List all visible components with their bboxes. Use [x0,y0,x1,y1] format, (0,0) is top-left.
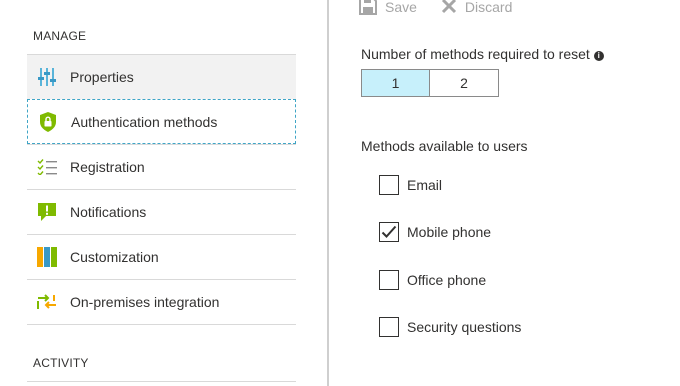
sidebar-item-label: Properties [70,69,134,85]
method-office-phone[interactable]: Office phone [379,270,486,290]
lock-shield-icon [37,111,59,133]
method-label: Office phone [407,272,487,288]
sidebar-item-label: Notifications [70,204,147,220]
sidebar-item-customization[interactable]: Customization [27,234,296,279]
sidebar-item-authentication-methods[interactable]: Authentication methods [27,99,296,144]
discard-label: Discard [464,0,513,15]
checklist-icon [36,156,58,178]
reset-methods-label-text: Number of methods required to reset [361,46,590,62]
reset-option-1[interactable]: 1 [361,69,430,97]
discard-button[interactable]: Discard [441,0,512,17]
security-questions-checkbox[interactable] [379,317,399,337]
save-icon [359,0,385,18]
save-label: Save [385,0,417,15]
checkmark-icon [381,225,397,238]
info-icon[interactable]: i [593,51,604,61]
manage-section-title: MANAGE [33,29,87,43]
properties-icon [36,66,58,88]
activity-section-title: ACTIVITY [33,356,89,370]
office-phone-checkbox[interactable] [379,270,399,290]
nav-divider [27,324,296,325]
reset-methods-label: Number of methods required to reset i [361,46,604,62]
manage-nav: Properties Authentication methods Regist… [27,54,296,324]
sidebar-item-label: Customization [70,249,159,265]
command-bar: Save Discard [359,0,536,18]
method-label: Security questions [407,319,522,335]
email-checkbox[interactable] [379,175,399,195]
save-button[interactable]: Save [359,0,417,18]
customization-icon [36,246,58,268]
sidebar-item-registration[interactable]: Registration [27,144,296,189]
method-mobile-phone[interactable]: Mobile phone [379,222,491,242]
reset-option-2[interactable]: 2 [430,69,499,97]
settings-menu: MANAGE Properties Authentication methods… [0,0,327,386]
sidebar-item-properties[interactable]: Properties [27,54,296,99]
notification-icon [36,201,58,223]
method-security-questions[interactable]: Security questions [379,317,521,337]
method-email[interactable]: Email [379,175,442,195]
method-label: Email [407,177,443,193]
mobile-phone-checkbox[interactable] [379,222,399,242]
sidebar-item-label: Authentication methods [71,113,218,130]
reset-methods-toggle: 1 2 [361,69,499,97]
activity-divider [27,381,296,382]
authentication-methods-panel: Save Discard Number of methods required … [329,0,680,386]
sync-icon [36,291,58,313]
discard-icon [441,0,465,17]
sidebar-item-notifications[interactable]: Notifications [27,189,296,234]
sidebar-item-on-premises-integration[interactable]: On-premises integration [27,279,296,324]
methods-available-title: Methods available to users [361,138,528,154]
sidebar-item-label: On-premises integration [70,294,220,310]
method-label: Mobile phone [407,224,492,240]
sidebar-item-label: Registration [70,159,145,175]
